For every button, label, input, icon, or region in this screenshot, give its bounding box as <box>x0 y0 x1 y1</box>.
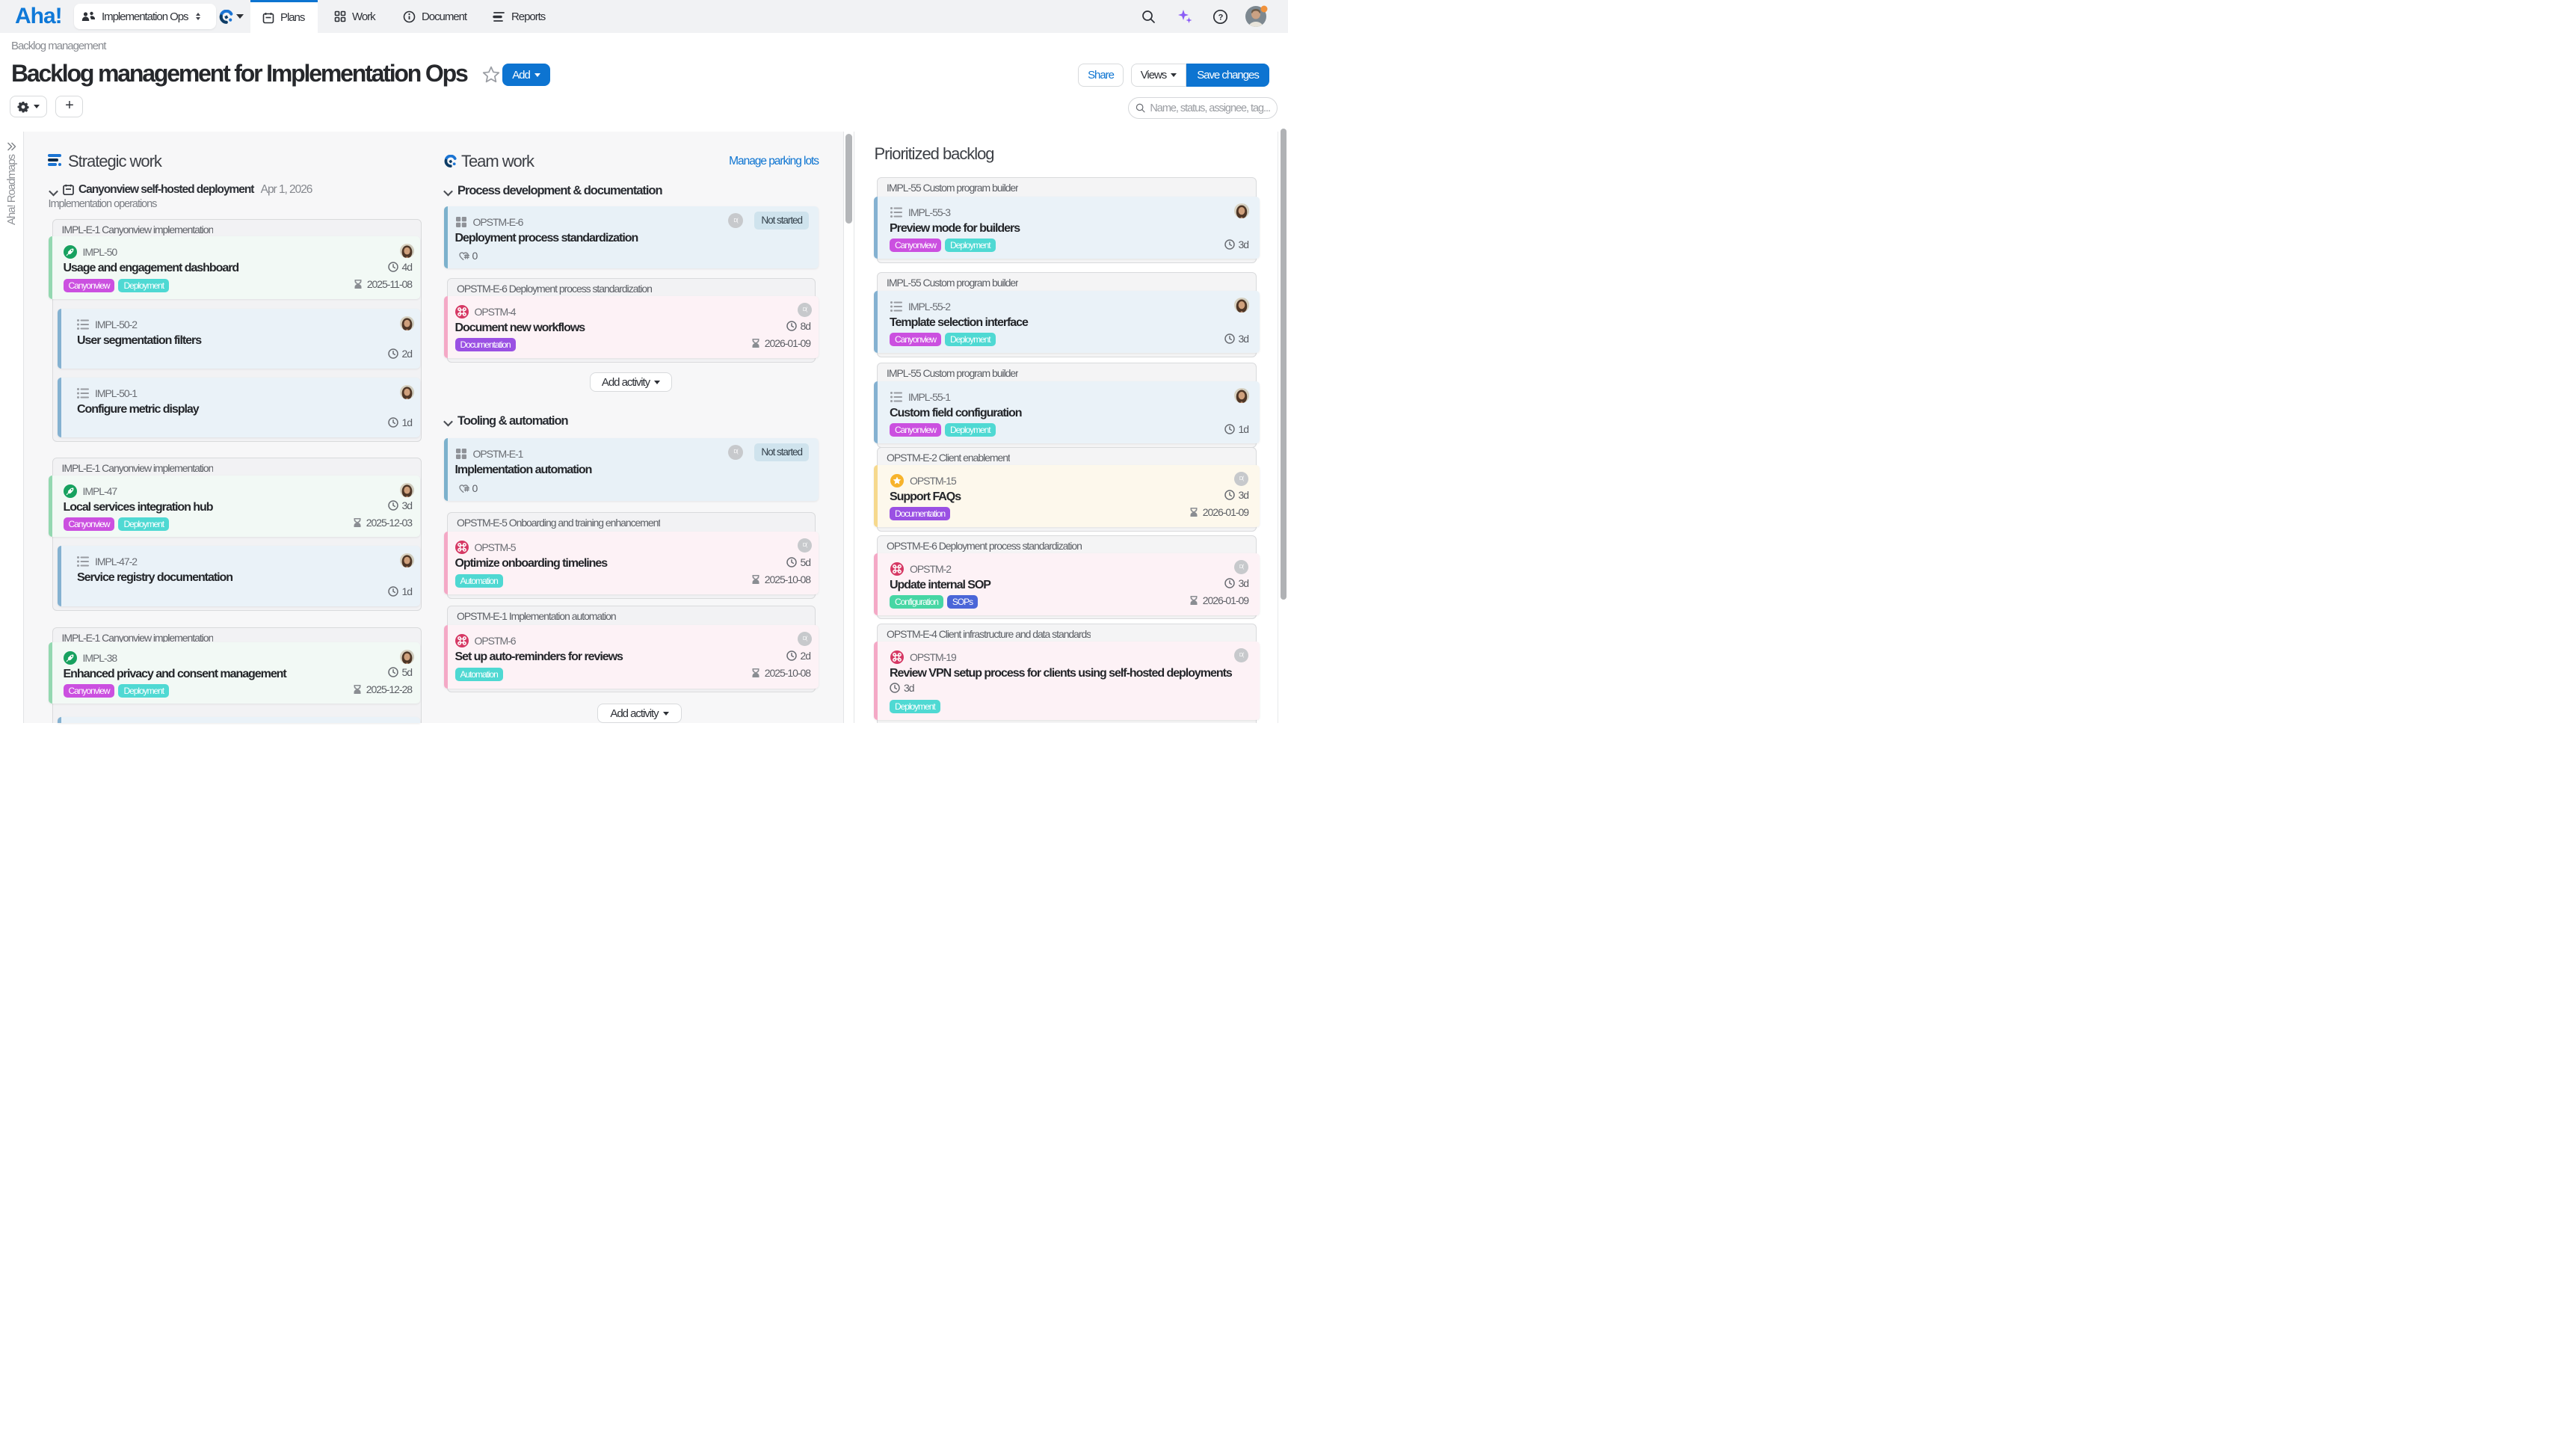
svg-text:?: ? <box>1218 13 1224 22</box>
